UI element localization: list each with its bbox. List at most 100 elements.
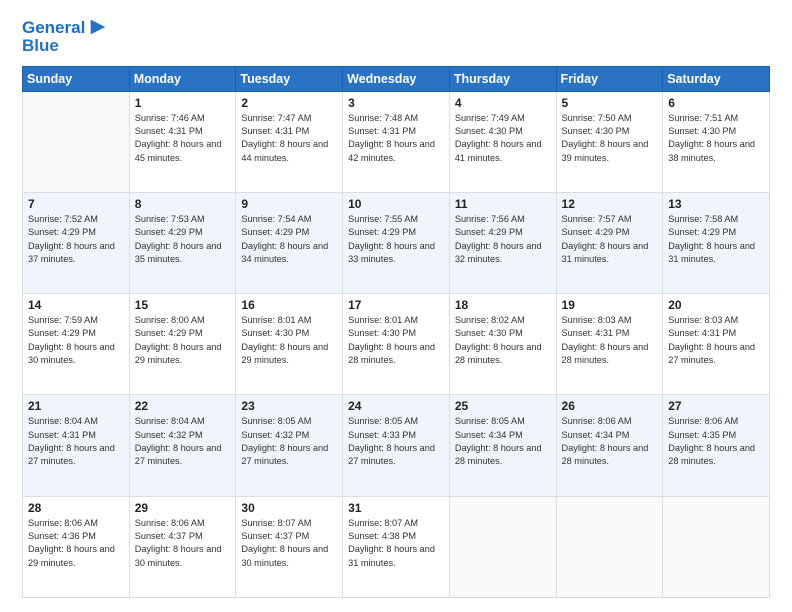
day-number: 27 [668, 399, 764, 413]
calendar-cell: 11 Sunrise: 7:56 AMSunset: 4:29 PMDaylig… [449, 192, 556, 293]
calendar-cell: 26 Sunrise: 8:06 AMSunset: 4:34 PMDaylig… [556, 395, 663, 496]
calendar-cell: 4 Sunrise: 7:49 AMSunset: 4:30 PMDayligh… [449, 91, 556, 192]
cell-info: Sunrise: 8:05 AMSunset: 4:34 PMDaylight:… [455, 416, 542, 466]
calendar-cell: 19 Sunrise: 8:03 AMSunset: 4:31 PMDaylig… [556, 294, 663, 395]
cell-info: Sunrise: 7:48 AMSunset: 4:31 PMDaylight:… [348, 113, 435, 163]
calendar-cell: 24 Sunrise: 8:05 AMSunset: 4:33 PMDaylig… [343, 395, 450, 496]
calendar-cell: 17 Sunrise: 8:01 AMSunset: 4:30 PMDaylig… [343, 294, 450, 395]
cell-info: Sunrise: 7:56 AMSunset: 4:29 PMDaylight:… [455, 214, 542, 264]
cell-info: Sunrise: 7:57 AMSunset: 4:29 PMDaylight:… [562, 214, 649, 264]
day-number: 31 [348, 501, 444, 515]
cell-info: Sunrise: 8:07 AMSunset: 4:37 PMDaylight:… [241, 518, 328, 568]
day-number: 22 [135, 399, 231, 413]
calendar-cell: 7 Sunrise: 7:52 AMSunset: 4:29 PMDayligh… [23, 192, 130, 293]
day-number: 24 [348, 399, 444, 413]
day-number: 20 [668, 298, 764, 312]
day-number: 23 [241, 399, 337, 413]
cell-info: Sunrise: 8:06 AMSunset: 4:34 PMDaylight:… [562, 416, 649, 466]
calendar-cell: 3 Sunrise: 7:48 AMSunset: 4:31 PMDayligh… [343, 91, 450, 192]
cell-info: Sunrise: 7:49 AMSunset: 4:30 PMDaylight:… [455, 113, 542, 163]
col-header-wednesday: Wednesday [343, 66, 450, 91]
calendar-cell: 8 Sunrise: 7:53 AMSunset: 4:29 PMDayligh… [129, 192, 236, 293]
page-header: General Blue [22, 18, 770, 56]
logo-text-line1: General [22, 18, 85, 38]
col-header-monday: Monday [129, 66, 236, 91]
col-header-friday: Friday [556, 66, 663, 91]
cell-info: Sunrise: 7:47 AMSunset: 4:31 PMDaylight:… [241, 113, 328, 163]
cell-info: Sunrise: 8:00 AMSunset: 4:29 PMDaylight:… [135, 315, 222, 365]
cell-info: Sunrise: 8:06 AMSunset: 4:35 PMDaylight:… [668, 416, 755, 466]
day-number: 7 [28, 197, 124, 211]
logo-icon [87, 16, 109, 38]
calendar-cell: 9 Sunrise: 7:54 AMSunset: 4:29 PMDayligh… [236, 192, 343, 293]
cell-info: Sunrise: 7:55 AMSunset: 4:29 PMDaylight:… [348, 214, 435, 264]
day-number: 21 [28, 399, 124, 413]
cell-info: Sunrise: 8:01 AMSunset: 4:30 PMDaylight:… [241, 315, 328, 365]
calendar-cell: 18 Sunrise: 8:02 AMSunset: 4:30 PMDaylig… [449, 294, 556, 395]
day-number: 6 [668, 96, 764, 110]
calendar-cell [556, 496, 663, 597]
cell-info: Sunrise: 8:04 AMSunset: 4:32 PMDaylight:… [135, 416, 222, 466]
calendar-cell [663, 496, 770, 597]
cell-info: Sunrise: 8:04 AMSunset: 4:31 PMDaylight:… [28, 416, 115, 466]
calendar-cell: 27 Sunrise: 8:06 AMSunset: 4:35 PMDaylig… [663, 395, 770, 496]
cell-info: Sunrise: 8:06 AMSunset: 4:36 PMDaylight:… [28, 518, 115, 568]
calendar-cell: 23 Sunrise: 8:05 AMSunset: 4:32 PMDaylig… [236, 395, 343, 496]
logo-text-line2: Blue [22, 36, 109, 56]
day-number: 3 [348, 96, 444, 110]
day-number: 8 [135, 197, 231, 211]
day-number: 25 [455, 399, 551, 413]
day-number: 2 [241, 96, 337, 110]
cell-info: Sunrise: 7:50 AMSunset: 4:30 PMDaylight:… [562, 113, 649, 163]
calendar-cell: 2 Sunrise: 7:47 AMSunset: 4:31 PMDayligh… [236, 91, 343, 192]
calendar-cell: 22 Sunrise: 8:04 AMSunset: 4:32 PMDaylig… [129, 395, 236, 496]
day-number: 28 [28, 501, 124, 515]
day-number: 5 [562, 96, 658, 110]
calendar-cell: 29 Sunrise: 8:06 AMSunset: 4:37 PMDaylig… [129, 496, 236, 597]
calendar-table: SundayMondayTuesdayWednesdayThursdayFrid… [22, 66, 770, 598]
cell-info: Sunrise: 8:05 AMSunset: 4:33 PMDaylight:… [348, 416, 435, 466]
calendar-cell [23, 91, 130, 192]
day-number: 30 [241, 501, 337, 515]
cell-info: Sunrise: 7:51 AMSunset: 4:30 PMDaylight:… [668, 113, 755, 163]
calendar-cell: 16 Sunrise: 8:01 AMSunset: 4:30 PMDaylig… [236, 294, 343, 395]
day-number: 18 [455, 298, 551, 312]
calendar-cell: 21 Sunrise: 8:04 AMSunset: 4:31 PMDaylig… [23, 395, 130, 496]
calendar-cell: 30 Sunrise: 8:07 AMSunset: 4:37 PMDaylig… [236, 496, 343, 597]
day-number: 19 [562, 298, 658, 312]
col-header-saturday: Saturday [663, 66, 770, 91]
calendar-cell: 25 Sunrise: 8:05 AMSunset: 4:34 PMDaylig… [449, 395, 556, 496]
day-number: 9 [241, 197, 337, 211]
calendar-cell: 10 Sunrise: 7:55 AMSunset: 4:29 PMDaylig… [343, 192, 450, 293]
col-header-sunday: Sunday [23, 66, 130, 91]
calendar-cell: 31 Sunrise: 8:07 AMSunset: 4:38 PMDaylig… [343, 496, 450, 597]
cell-info: Sunrise: 7:52 AMSunset: 4:29 PMDaylight:… [28, 214, 115, 264]
cell-info: Sunrise: 7:54 AMSunset: 4:29 PMDaylight:… [241, 214, 328, 264]
day-number: 26 [562, 399, 658, 413]
calendar-cell: 6 Sunrise: 7:51 AMSunset: 4:30 PMDayligh… [663, 91, 770, 192]
calendar-cell: 12 Sunrise: 7:57 AMSunset: 4:29 PMDaylig… [556, 192, 663, 293]
cell-info: Sunrise: 8:02 AMSunset: 4:30 PMDaylight:… [455, 315, 542, 365]
day-number: 12 [562, 197, 658, 211]
cell-info: Sunrise: 7:46 AMSunset: 4:31 PMDaylight:… [135, 113, 222, 163]
calendar-cell: 5 Sunrise: 7:50 AMSunset: 4:30 PMDayligh… [556, 91, 663, 192]
col-header-tuesday: Tuesday [236, 66, 343, 91]
logo: General Blue [22, 18, 109, 56]
cell-info: Sunrise: 7:59 AMSunset: 4:29 PMDaylight:… [28, 315, 115, 365]
day-number: 15 [135, 298, 231, 312]
day-number: 17 [348, 298, 444, 312]
cell-info: Sunrise: 8:03 AMSunset: 4:31 PMDaylight:… [668, 315, 755, 365]
col-header-thursday: Thursday [449, 66, 556, 91]
calendar-cell: 1 Sunrise: 7:46 AMSunset: 4:31 PMDayligh… [129, 91, 236, 192]
calendar-cell [449, 496, 556, 597]
cell-info: Sunrise: 8:05 AMSunset: 4:32 PMDaylight:… [241, 416, 328, 466]
day-number: 10 [348, 197, 444, 211]
calendar-cell: 20 Sunrise: 8:03 AMSunset: 4:31 PMDaylig… [663, 294, 770, 395]
calendar-cell: 14 Sunrise: 7:59 AMSunset: 4:29 PMDaylig… [23, 294, 130, 395]
calendar-cell: 15 Sunrise: 8:00 AMSunset: 4:29 PMDaylig… [129, 294, 236, 395]
day-number: 1 [135, 96, 231, 110]
cell-info: Sunrise: 7:53 AMSunset: 4:29 PMDaylight:… [135, 214, 222, 264]
day-number: 13 [668, 197, 764, 211]
cell-info: Sunrise: 8:01 AMSunset: 4:30 PMDaylight:… [348, 315, 435, 365]
day-number: 29 [135, 501, 231, 515]
